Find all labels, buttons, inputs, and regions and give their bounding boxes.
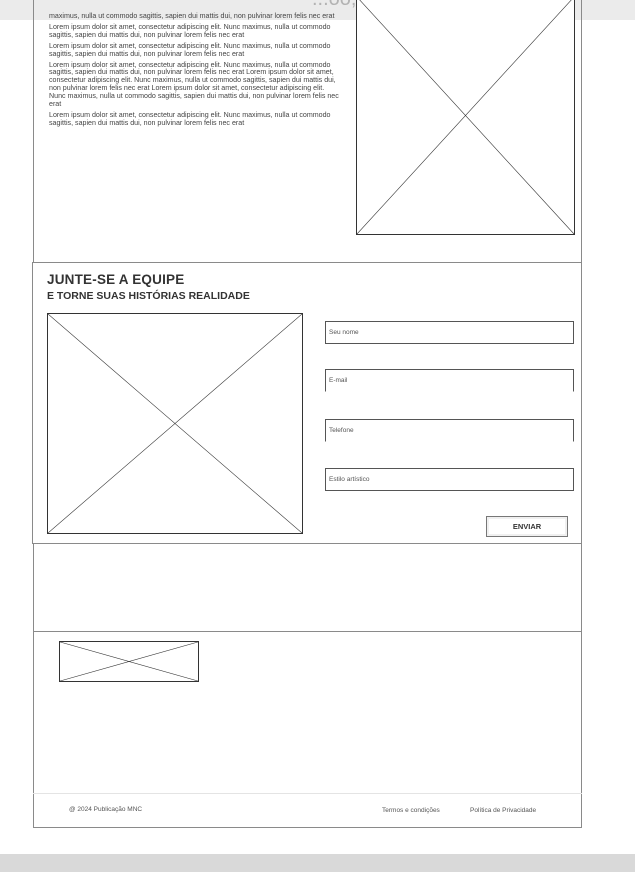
image-placeholder-icon xyxy=(357,0,574,234)
footer-logo-placeholder xyxy=(59,641,199,682)
phone-field-placeholder: Telefone xyxy=(329,427,354,434)
copyright-text: @ 2024 Publicação MNC xyxy=(69,806,143,813)
send-button[interactable]: ENVIAR xyxy=(486,516,568,537)
join-subtitle: E TORNE SUAS HISTÓRIAS REALIDADE xyxy=(47,290,250,302)
bottom-bar xyxy=(0,854,635,872)
image-placeholder-icon xyxy=(48,314,302,533)
join-image-placeholder xyxy=(47,313,303,534)
intro-paragraph: Lorem ipsum dolor sit amet, consectetur … xyxy=(49,41,331,58)
phone-field[interactable]: Telefone xyxy=(325,419,574,442)
logo-placeholder-icon xyxy=(60,642,198,681)
email-field[interactable]: E-mail xyxy=(325,369,574,392)
intro-paragraph: Lorem ipsum dolor sit amet, consectetur … xyxy=(49,110,331,127)
email-field-placeholder: E-mail xyxy=(329,377,348,384)
intro-paragraph: Lorem ipsum dolor sit amet, consectetur … xyxy=(49,22,331,39)
intro-paragraph: Lorem ipsum dolor sit amet, consectetur … xyxy=(49,60,339,109)
intro-text-column: maximus, nulla ut commodo sagittis, sapi… xyxy=(49,12,339,131)
privacy-link[interactable]: Política de Privacidade xyxy=(470,807,536,814)
terms-link[interactable]: Termos e condições xyxy=(382,807,440,814)
intro-paragraph: maximus, nulla ut commodo sagittis, sapi… xyxy=(49,12,335,20)
name-field[interactable]: Seu nome xyxy=(325,321,574,344)
footer-divider xyxy=(33,631,582,632)
art-style-field[interactable]: Estilo artístico xyxy=(325,468,574,491)
art-style-field-placeholder: Estilo artístico xyxy=(329,476,370,483)
footer-rule xyxy=(33,793,582,794)
join-title: JUNTE-SE A EQUIPE xyxy=(47,272,185,287)
intro-image-placeholder xyxy=(356,0,575,235)
name-field-placeholder: Seu nome xyxy=(329,329,359,336)
